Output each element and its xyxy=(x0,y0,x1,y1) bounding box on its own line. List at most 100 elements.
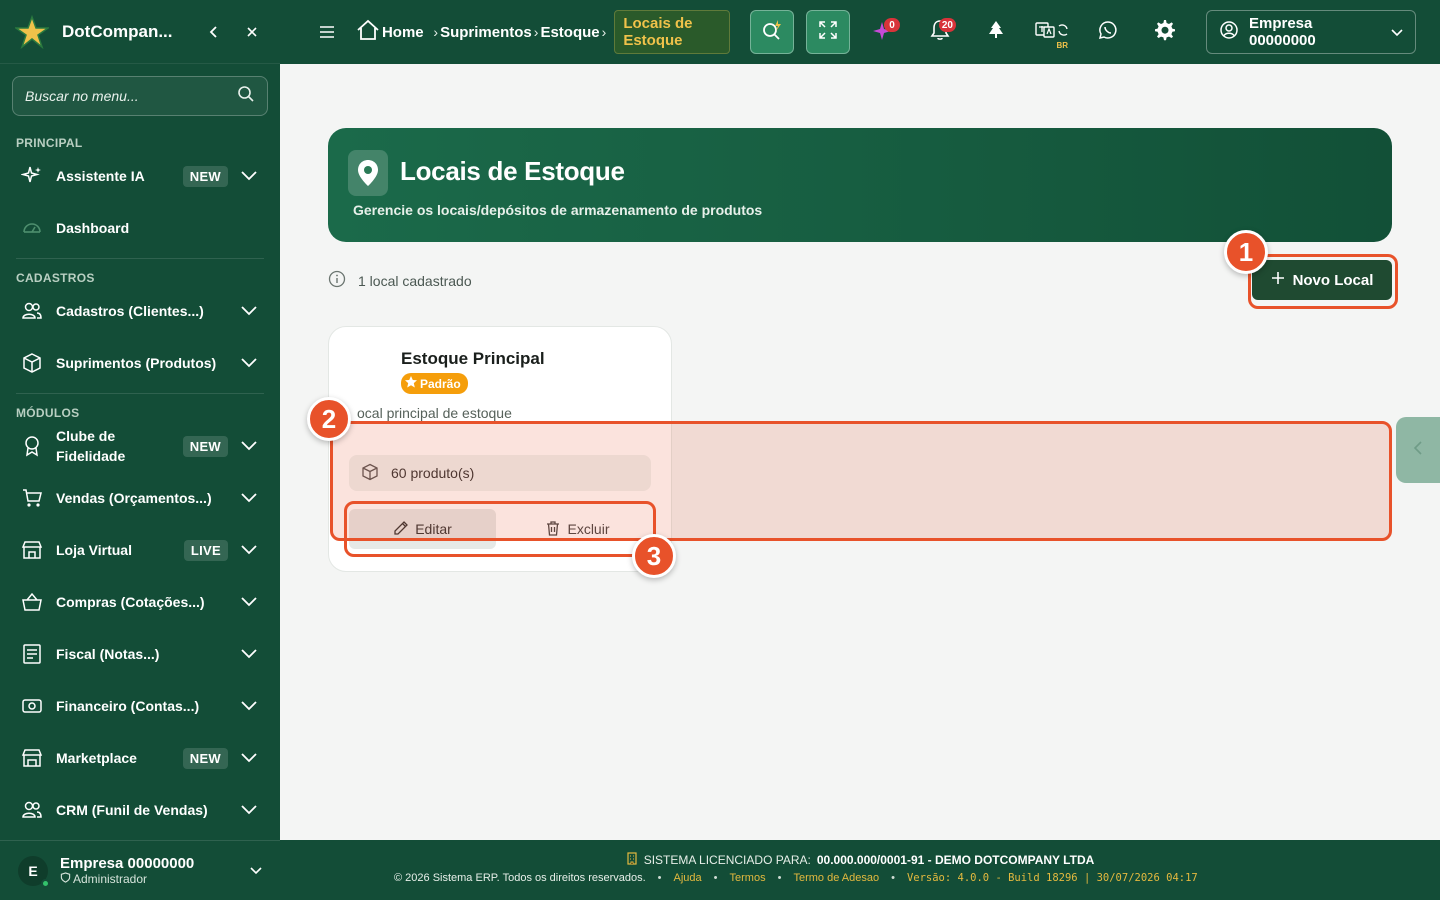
footer: SISTEMA LICENCIADO PARA: 00.000.000/0001… xyxy=(280,840,1440,900)
chevron-down-icon xyxy=(238,805,260,815)
live-badge: LIVE xyxy=(183,539,228,561)
user-info: Empresa 00000000 Administrador xyxy=(60,855,250,886)
sidebar-item-fiscal[interactable]: Fiscal (Notas...) xyxy=(0,628,280,680)
chevron-down-icon xyxy=(238,493,260,503)
close-icon[interactable] xyxy=(238,18,266,46)
fullscreen-button[interactable] xyxy=(806,10,850,54)
info-icon xyxy=(328,270,346,291)
license-value: 00.000.000/0001-91 - DEMO DOTCOMPANY LTD… xyxy=(816,853,1095,867)
basket-icon xyxy=(20,590,44,614)
user-role: Administrador xyxy=(60,872,250,886)
menu-search-input[interactable] xyxy=(25,88,237,104)
chevron-down-icon xyxy=(238,545,260,555)
plus-icon xyxy=(1271,271,1285,289)
chevron-down-icon xyxy=(250,862,262,880)
home-icon xyxy=(356,18,380,46)
separator-dot: • xyxy=(777,872,782,884)
section-cadastros: CADASTROS xyxy=(16,271,95,285)
breadcrumb-home-label: Home xyxy=(381,23,424,41)
sidebar-item-compras[interactable]: Compras (Cotações...) xyxy=(0,576,280,628)
search-icon[interactable] xyxy=(237,85,255,108)
sidebar-item-vendas[interactable]: Vendas (Orçamentos...) xyxy=(0,472,280,524)
ai-count-badge: 0 xyxy=(884,18,900,32)
search-bolt-icon xyxy=(760,18,784,47)
whatsapp-icon xyxy=(1098,20,1118,45)
shield-icon xyxy=(60,872,71,886)
terms-link[interactable]: Termos xyxy=(730,872,766,884)
help-link[interactable]: Ajuda xyxy=(674,872,702,884)
product-count: 60 produto(s) xyxy=(349,455,651,491)
user-profile[interactable]: E Empresa 00000000 Administrador xyxy=(0,840,280,900)
chevron-down-icon xyxy=(238,597,260,607)
settings-button[interactable] xyxy=(1142,10,1186,54)
sidebar-item-label: Compras (Cotações...) xyxy=(56,594,205,610)
location-count: 1 local cadastrado xyxy=(328,270,472,291)
separator-dot: • xyxy=(891,872,895,884)
company-selector[interactable]: Empresa 00000000 xyxy=(1206,10,1416,54)
chevron-down-icon xyxy=(238,171,260,181)
map-pin-icon xyxy=(348,150,388,196)
sidebar-header: DotCompan... xyxy=(0,0,280,64)
collapse-sidebar-icon[interactable] xyxy=(200,18,228,46)
sidebar-item-label: Fiscal (Notas...) xyxy=(56,646,160,662)
whatsapp-button[interactable] xyxy=(1086,10,1130,54)
side-panel-toggle[interactable] xyxy=(1396,417,1440,483)
delete-button[interactable]: Excluir xyxy=(504,509,651,549)
sidebar-item-marketplace[interactable]: Marketplace NEW xyxy=(0,732,280,784)
breadcrumb-home[interactable]: Home xyxy=(356,18,424,46)
shop-icon xyxy=(20,746,44,770)
tree-button[interactable] xyxy=(974,10,1018,54)
sidebar-item-clube-fidelidade[interactable]: Clube de Fidelidade NEW xyxy=(0,420,280,472)
sidebar-item-label: Suprimentos (Produtos) xyxy=(56,355,217,371)
company-name: Empresa 00000000 xyxy=(1249,15,1316,49)
chevron-down-icon xyxy=(238,649,260,659)
topbar-actions: 0 20 BR Empresa 00000000 xyxy=(750,10,1416,54)
notifications-button[interactable]: 20 xyxy=(918,10,962,54)
ai-assistant-button[interactable]: 0 xyxy=(862,10,906,54)
sidebar-item-label: Cadastros (Clientes...) xyxy=(56,303,204,319)
adhesion-terms-link[interactable]: Termo de Adesao xyxy=(793,872,879,884)
logo-star-icon xyxy=(14,14,50,50)
sidebar-item-crm[interactable]: CRM (Funil de Vendas) xyxy=(0,784,280,836)
sidebar-item-cadastros[interactable]: Cadastros (Clientes...) xyxy=(0,285,280,337)
edit-button[interactable]: Editar xyxy=(349,509,496,549)
online-status-dot xyxy=(41,878,50,888)
user-circle-icon xyxy=(1219,20,1239,44)
new-badge: NEW xyxy=(182,165,228,187)
box-icon xyxy=(20,351,44,375)
gear-icon xyxy=(1151,17,1177,48)
product-count-text: 60 produto(s) xyxy=(391,465,475,481)
quick-search-button[interactable] xyxy=(750,10,794,54)
box-icon xyxy=(361,463,379,484)
user-name: Empresa 00000000 xyxy=(60,855,195,872)
card-actions: Editar Excluir xyxy=(349,509,651,549)
sidebar-item-assistente-ia[interactable]: Assistente IA NEW xyxy=(0,150,280,202)
delete-label: Excluir xyxy=(567,521,610,537)
hamburger-menu-icon[interactable] xyxy=(316,25,338,39)
breadcrumb-suprimentos[interactable]: Suprimentos xyxy=(440,24,532,41)
trash-icon xyxy=(545,520,561,539)
step-marker-1: 1 xyxy=(1224,230,1268,274)
chevron-down-icon xyxy=(1391,24,1403,41)
sidebar-item-financeiro[interactable]: Financeiro (Contas...) xyxy=(0,680,280,732)
breadcrumb-estoque[interactable]: Estoque xyxy=(540,24,599,41)
default-badge: Padrão xyxy=(401,373,468,394)
new-location-button[interactable]: Novo Local xyxy=(1252,260,1392,300)
chevron-down-icon xyxy=(238,701,260,711)
sidebar-item-loja-virtual[interactable]: Loja Virtual LIVE xyxy=(0,524,280,576)
main-content: Locais de Estoque Gerencie os locais/dep… xyxy=(280,64,1440,840)
license-key: SISTEMA LICENCIADO PARA: xyxy=(643,853,811,867)
gauge-icon xyxy=(20,216,44,240)
new-badge: NEW xyxy=(182,747,228,769)
page-subtitle: Gerencie os locais/depósitos de armazena… xyxy=(353,202,763,218)
tree-icon xyxy=(987,20,1005,45)
sidebar: DotCompan... PRINCIPAL Assistente IA NEW… xyxy=(0,0,280,900)
receipt-icon xyxy=(20,642,44,666)
breadcrumb-current: Locais de Estoque xyxy=(614,10,730,54)
sidebar-item-dashboard[interactable]: Dashboard xyxy=(0,202,280,254)
sidebar-item-suprimentos[interactable]: Suprimentos (Produtos) xyxy=(0,337,280,389)
sidebar-item-label: Loja Virtual xyxy=(56,542,132,558)
step-marker-3: 3 xyxy=(632,534,676,578)
location-description: ocal principal de estoque xyxy=(357,405,512,421)
translate-button[interactable]: BR xyxy=(1030,10,1074,54)
